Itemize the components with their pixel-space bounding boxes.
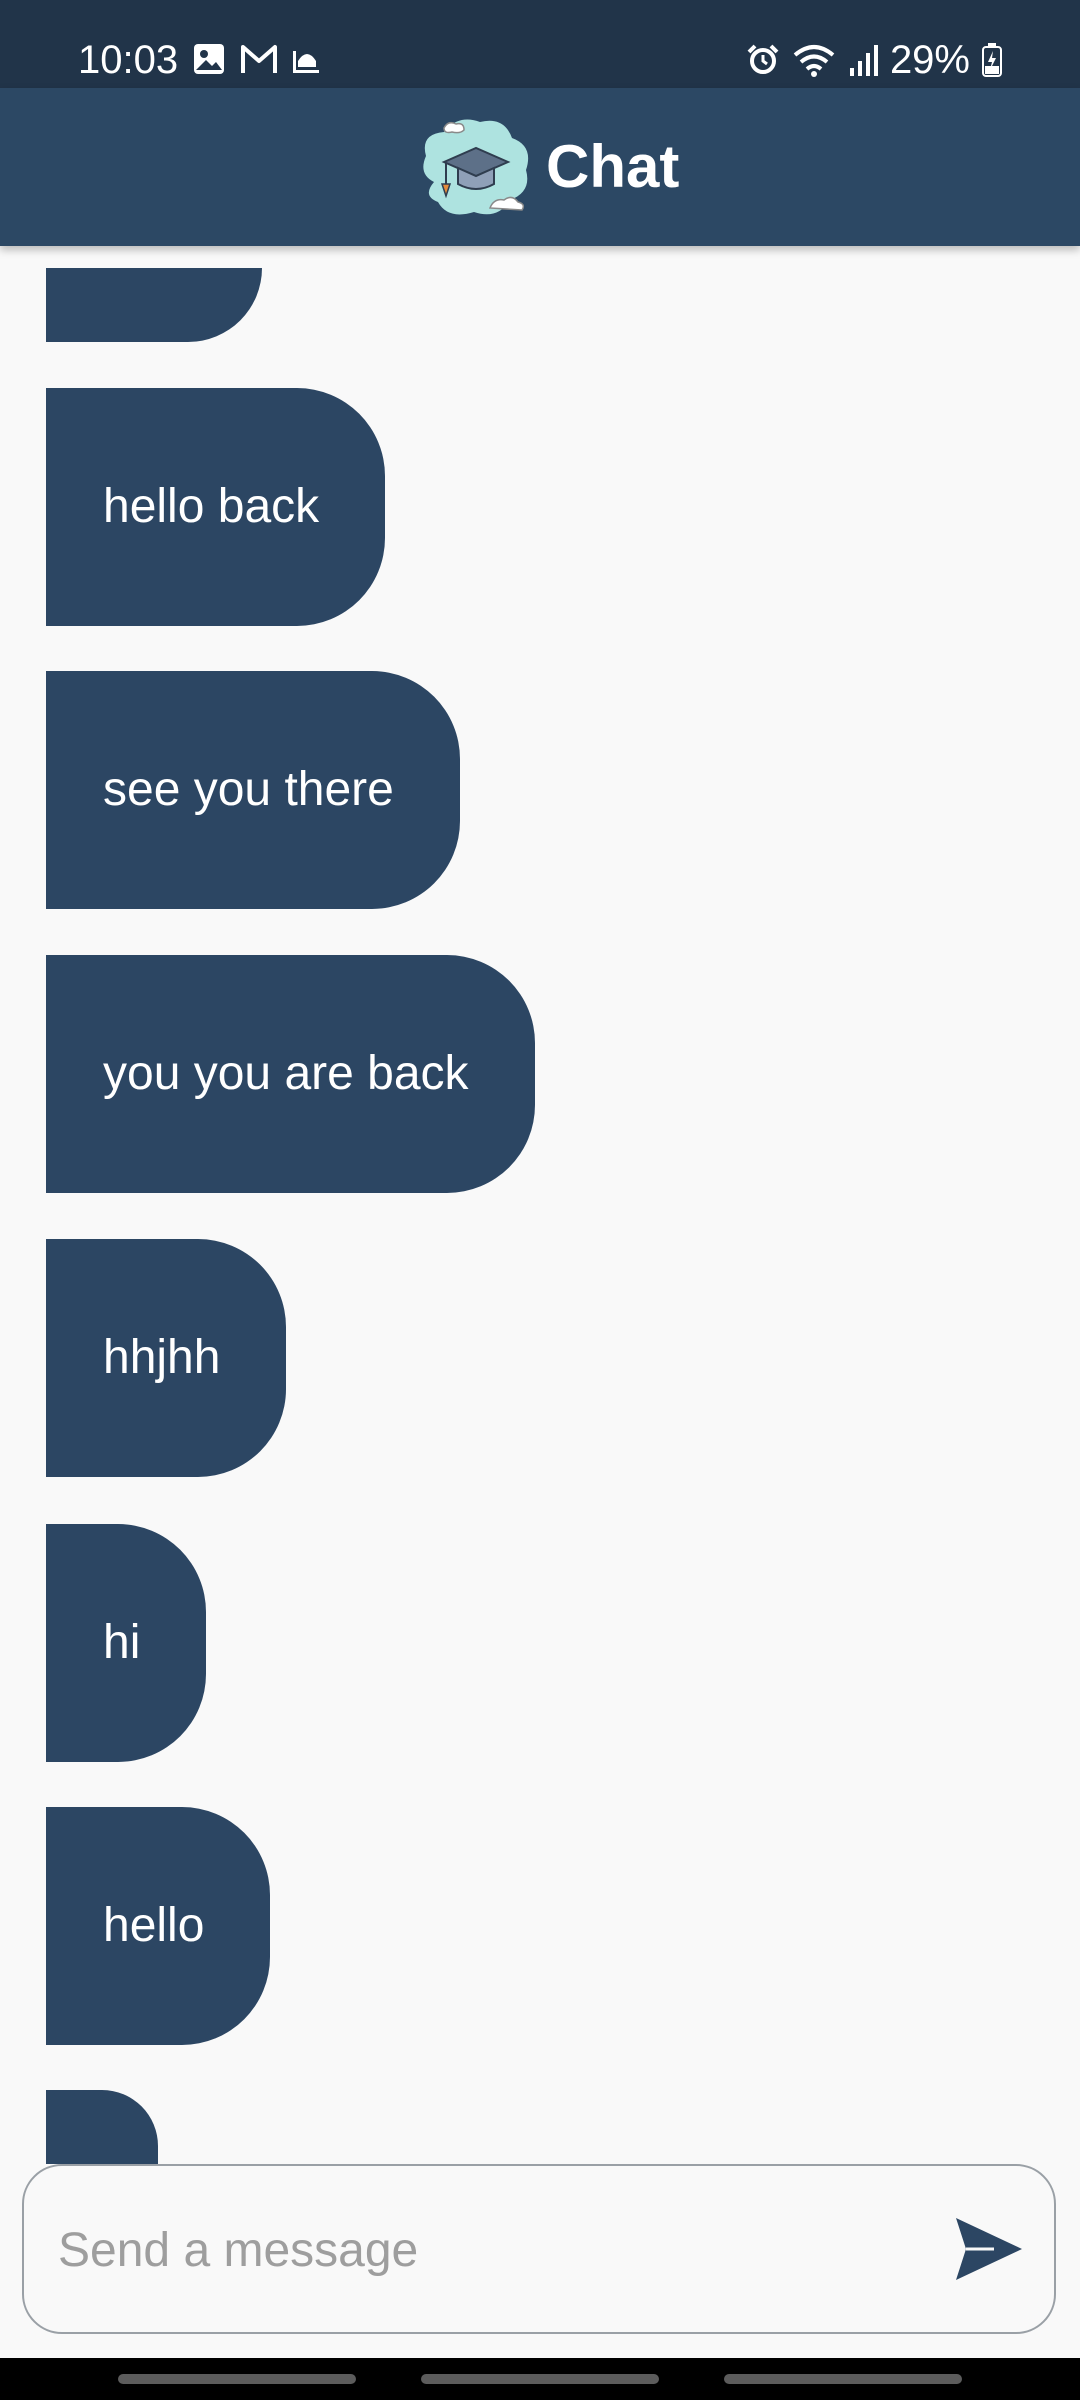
alarm-icon (747, 44, 779, 74)
message-composer (22, 2164, 1056, 2334)
system-navigation-bar (0, 2358, 1080, 2400)
message-list[interactable]: hello back see you there you you are bac… (0, 246, 1080, 2164)
nav-recents-button[interactable] (118, 2374, 356, 2384)
message-bubble[interactable] (46, 268, 262, 342)
message-bubble[interactable]: you you are back (46, 955, 535, 1193)
signal-icon (849, 45, 878, 76)
app-bar: Chat (0, 88, 1080, 246)
status-bar: 10:03 29% (0, 0, 1080, 88)
message-bubble[interactable]: hi (46, 1524, 207, 1762)
message-bubble[interactable]: hello back (46, 388, 386, 626)
message-input[interactable] (56, 2166, 940, 2334)
gallery-icon (194, 44, 224, 74)
gmail-icon (241, 45, 277, 73)
app-title: Chat (546, 133, 680, 200)
battery-percentage: 29% (889, 38, 970, 82)
mosque-icon (293, 51, 319, 73)
message-bubble[interactable]: hhjhh (46, 1239, 287, 1477)
message-bubble[interactable] (46, 2090, 158, 2164)
battery-icon (982, 43, 1002, 77)
nav-back-button[interactable] (724, 2374, 962, 2384)
message-bubble[interactable]: see you there (46, 671, 460, 909)
wifi-icon (793, 45, 835, 77)
status-time: 10:03 (78, 38, 179, 82)
nav-home-button[interactable] (421, 2374, 659, 2384)
send-icon[interactable] (954, 2216, 1024, 2282)
message-bubble[interactable]: hello (46, 1807, 271, 2045)
status-system-icons: 29% (746, 36, 1002, 84)
status-notification-icons (192, 42, 322, 76)
graduation-cap-icon (423, 119, 529, 215)
